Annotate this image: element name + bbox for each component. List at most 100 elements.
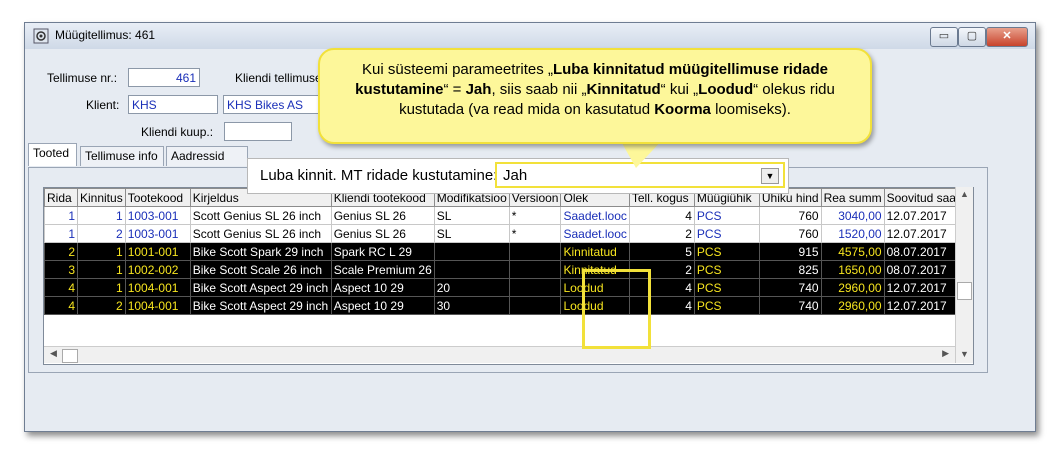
table-cell[interactable]: Saadet.looc	[560, 206, 630, 225]
table-cell[interactable]: 2	[77, 296, 126, 315]
table-cell[interactable]	[508, 242, 562, 261]
table-cell[interactable]: 1	[44, 224, 78, 243]
table-row[interactable]: 3 1 1002-002 Bike Scott Scale 26 inch Scale …	[44, 260, 959, 279]
table-row[interactable]: 4 1 1004-001 Bike Scott Aspect 29 inch Aspec…	[44, 278, 959, 297]
tab-order-info[interactable]: Tellimuse info	[80, 146, 164, 166]
table-cell[interactable]: Bike Scott Spark 29 inch	[189, 242, 332, 261]
column-header[interactable]: Rida	[44, 188, 78, 207]
table-cell[interactable]: PCS	[693, 206, 760, 225]
table-cell[interactable]: 2	[44, 242, 78, 261]
table-cell[interactable]: Genius SL 26	[330, 206, 435, 225]
table-cell[interactable]: Scott Genius SL 26 inch	[189, 206, 332, 225]
table-cell[interactable]: 12.07.2017	[883, 296, 959, 315]
table-cell[interactable]: 4	[628, 206, 695, 225]
table-cell[interactable]: PCS	[693, 260, 760, 279]
table-row[interactable]: 1 2 1003-001 Scott Genius SL 26 inch Genius …	[44, 224, 959, 243]
table-cell[interactable]: 1003-001	[124, 224, 191, 243]
table-cell[interactable]: 1520,00	[820, 224, 885, 243]
table-cell[interactable]: 12.07.2017	[883, 278, 959, 297]
table-cell[interactable]: Kinnitatud	[560, 242, 630, 261]
table-cell[interactable]: 3	[44, 260, 78, 279]
table-cell[interactable]: 1004-001	[124, 278, 191, 297]
horizontal-scrollbar[interactable]: ◀ ▶	[44, 346, 955, 363]
table-cell[interactable]: 740	[758, 296, 822, 315]
table-cell[interactable]: 760	[758, 206, 822, 225]
table-cell[interactable]: Bike Scott Scale 26 inch	[189, 260, 332, 279]
table-cell[interactable]: *	[508, 224, 562, 243]
table-row[interactable]: 1 1 1003-001 Scott Genius SL 26 inch Genius …	[44, 206, 959, 225]
table-cell[interactable]: Genius SL 26	[330, 224, 435, 243]
close-button[interactable]: ✕	[986, 27, 1028, 47]
table-cell[interactable]: 1004-001	[124, 296, 191, 315]
table-cell[interactable]: 1	[44, 206, 78, 225]
horizontal-scroll-thumb[interactable]	[62, 349, 78, 363]
table-cell[interactable]	[433, 242, 510, 261]
scroll-up-icon[interactable]: ▲	[960, 189, 969, 199]
table-cell[interactable]: 2960,00	[820, 296, 885, 315]
table-cell[interactable]: 2	[77, 224, 126, 243]
table-cell[interactable]: Aspect 10 29	[330, 278, 435, 297]
table-cell[interactable]: 5	[628, 242, 695, 261]
table-cell[interactable]: 20	[433, 278, 510, 297]
column-header[interactable]: Kinnitus	[77, 188, 126, 207]
table-cell[interactable]	[433, 260, 510, 279]
table-cell[interactable]: 1002-002	[124, 260, 191, 279]
table-row[interactable]: 4 2 1004-001 Bike Scott Aspect 29 inch Aspec…	[44, 296, 959, 315]
table-cell[interactable]: Saadet.looc	[560, 224, 630, 243]
table-cell[interactable]: Aspect 10 29	[330, 296, 435, 315]
table-cell[interactable]: Scale Premium 26	[330, 260, 435, 279]
column-header[interactable]: Tootekood	[124, 188, 191, 207]
table-cell[interactable]: 4	[44, 296, 78, 315]
table-cell[interactable]: 760	[758, 224, 822, 243]
table-cell[interactable]: 4575,00	[820, 242, 885, 261]
table-cell[interactable]: 915	[758, 242, 822, 261]
order-lines-grid[interactable]: Rida Kinnitus Tootekood Kirjeldus Kliendi to…	[43, 187, 974, 365]
client-name-field[interactable]: KHS Bikes AS	[223, 95, 319, 114]
table-cell[interactable]: 12.07.2017	[883, 224, 959, 243]
table-cell[interactable]: 2960,00	[820, 278, 885, 297]
scroll-left-icon[interactable]: ◀	[50, 348, 57, 359]
order-no-field[interactable]: 461	[128, 68, 200, 87]
table-cell[interactable]: PCS	[693, 296, 760, 315]
table-cell[interactable]: PCS	[693, 242, 760, 261]
table-cell[interactable]	[508, 260, 562, 279]
table-cell[interactable]: 1650,00	[820, 260, 885, 279]
table-cell[interactable]: PCS	[693, 278, 760, 297]
column-header[interactable]: Rea summ	[820, 188, 885, 207]
table-cell[interactable]: 12.07.2017	[883, 206, 959, 225]
vertical-scroll-thumb[interactable]	[957, 282, 972, 300]
tab-addresses[interactable]: Aadressid	[166, 146, 248, 166]
table-cell[interactable]	[508, 296, 562, 315]
table-cell[interactable]: 1	[77, 206, 126, 225]
column-header[interactable]: Soovitud saa	[883, 188, 959, 207]
client-date-field[interactable]	[224, 122, 292, 141]
table-cell[interactable]: 825	[758, 260, 822, 279]
table-cell[interactable]: Bike Scott Aspect 29 inch	[189, 296, 332, 315]
client-code-field[interactable]: KHS	[128, 95, 218, 114]
table-cell[interactable]: *	[508, 206, 562, 225]
table-cell[interactable]: PCS	[693, 224, 760, 243]
table-cell[interactable]: Scott Genius SL 26 inch	[189, 224, 332, 243]
title-bar[interactable]: Müügitellimus: 461 ▭ ▢ ✕	[25, 23, 1035, 49]
scroll-right-icon[interactable]: ▶	[942, 348, 949, 359]
vertical-scrollbar[interactable]: ▲ ▼	[955, 187, 973, 363]
table-cell[interactable]: 08.07.2017	[883, 260, 959, 279]
table-cell[interactable]: 08.07.2017	[883, 242, 959, 261]
table-row[interactable]: 2 1 1001-001 Bike Scott Spark 29 inch Spark …	[44, 242, 959, 261]
scroll-down-icon[interactable]: ▼	[960, 349, 969, 359]
table-cell[interactable]: Bike Scott Aspect 29 inch	[189, 278, 332, 297]
tab-products[interactable]: Tooted	[28, 143, 77, 166]
chevron-down-icon[interactable]: ▼	[761, 168, 779, 184]
table-cell[interactable]: 4	[44, 278, 78, 297]
table-cell[interactable]: 740	[758, 278, 822, 297]
table-cell[interactable]: SL	[433, 206, 510, 225]
maximize-button[interactable]: ▢	[958, 27, 986, 47]
table-cell[interactable]: 3040,00	[820, 206, 885, 225]
table-cell[interactable]: 30	[433, 296, 510, 315]
table-cell[interactable]: 1	[77, 242, 126, 261]
table-cell[interactable]: 1	[77, 278, 126, 297]
table-cell[interactable]: 1	[77, 260, 126, 279]
minimize-button[interactable]: ▭	[930, 27, 958, 47]
table-cell[interactable]: Spark RC L 29	[330, 242, 435, 261]
table-cell[interactable]: 1001-001	[124, 242, 191, 261]
